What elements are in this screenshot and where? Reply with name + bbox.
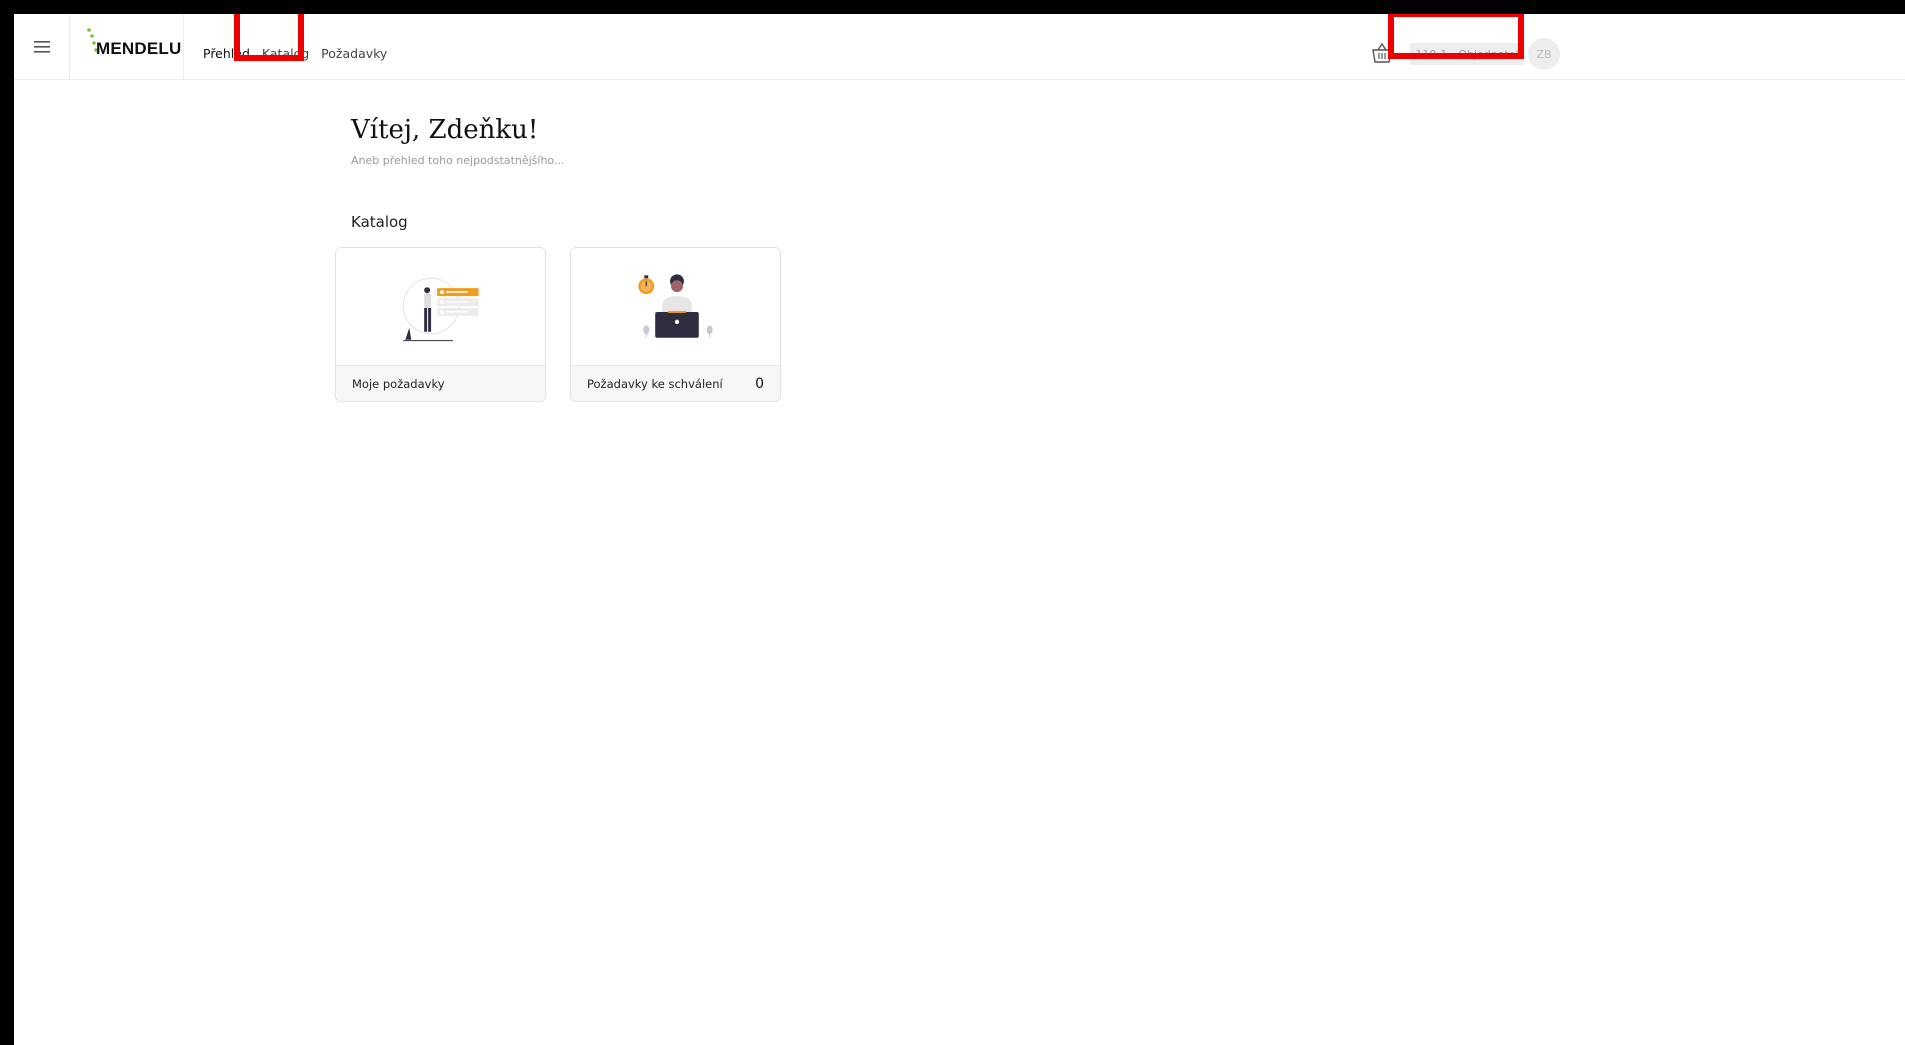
card-pozadavky-ke-schvaleni[interactable]: Požadavky ke schválení 0	[570, 247, 781, 402]
card-footer: Moje požadavky	[336, 365, 545, 401]
person-laptop-illustration	[638, 274, 713, 338]
hamburger-icon	[33, 41, 50, 53]
menu-button[interactable]	[14, 14, 70, 80]
basket-icon[interactable]	[1370, 41, 1394, 65]
section-title-katalog: Katalog	[351, 213, 408, 231]
card-label: Moje požadavky	[352, 376, 445, 391]
pending-count: 0	[755, 375, 764, 392]
nav-prehled[interactable]: Přehled	[203, 46, 250, 61]
nav-pozadavky[interactable]: Požadavky	[321, 46, 387, 61]
role-selector[interactable]: 110-1 - Objednatel	[1410, 43, 1524, 65]
logo[interactable]: MENDELU	[70, 14, 184, 80]
avatar[interactable]: ZB	[1528, 38, 1560, 70]
card-footer: Požadavky ke schválení 0	[571, 365, 780, 401]
app-window: MENDELU Přehled Katalog Požadavky 110-1 …	[14, 14, 1905, 1045]
logo-text: MENDELU	[96, 39, 182, 58]
card-moje-pozadavky[interactable]: Moje požadavky	[335, 247, 546, 402]
person-checklist-illustration	[402, 277, 479, 342]
nav-katalog[interactable]: Katalog	[262, 46, 309, 61]
page-subtitle: Aneb přehled toho nejpodstatnějšího...	[351, 154, 565, 167]
page-title: Vítej, Zdeňku!	[351, 115, 539, 145]
main-nav: Přehled Katalog Požadavky	[203, 46, 399, 61]
top-bar: MENDELU Přehled Katalog Požadavky 110-1 …	[14, 14, 1905, 80]
card-label: Požadavky ke schválení	[587, 376, 723, 391]
